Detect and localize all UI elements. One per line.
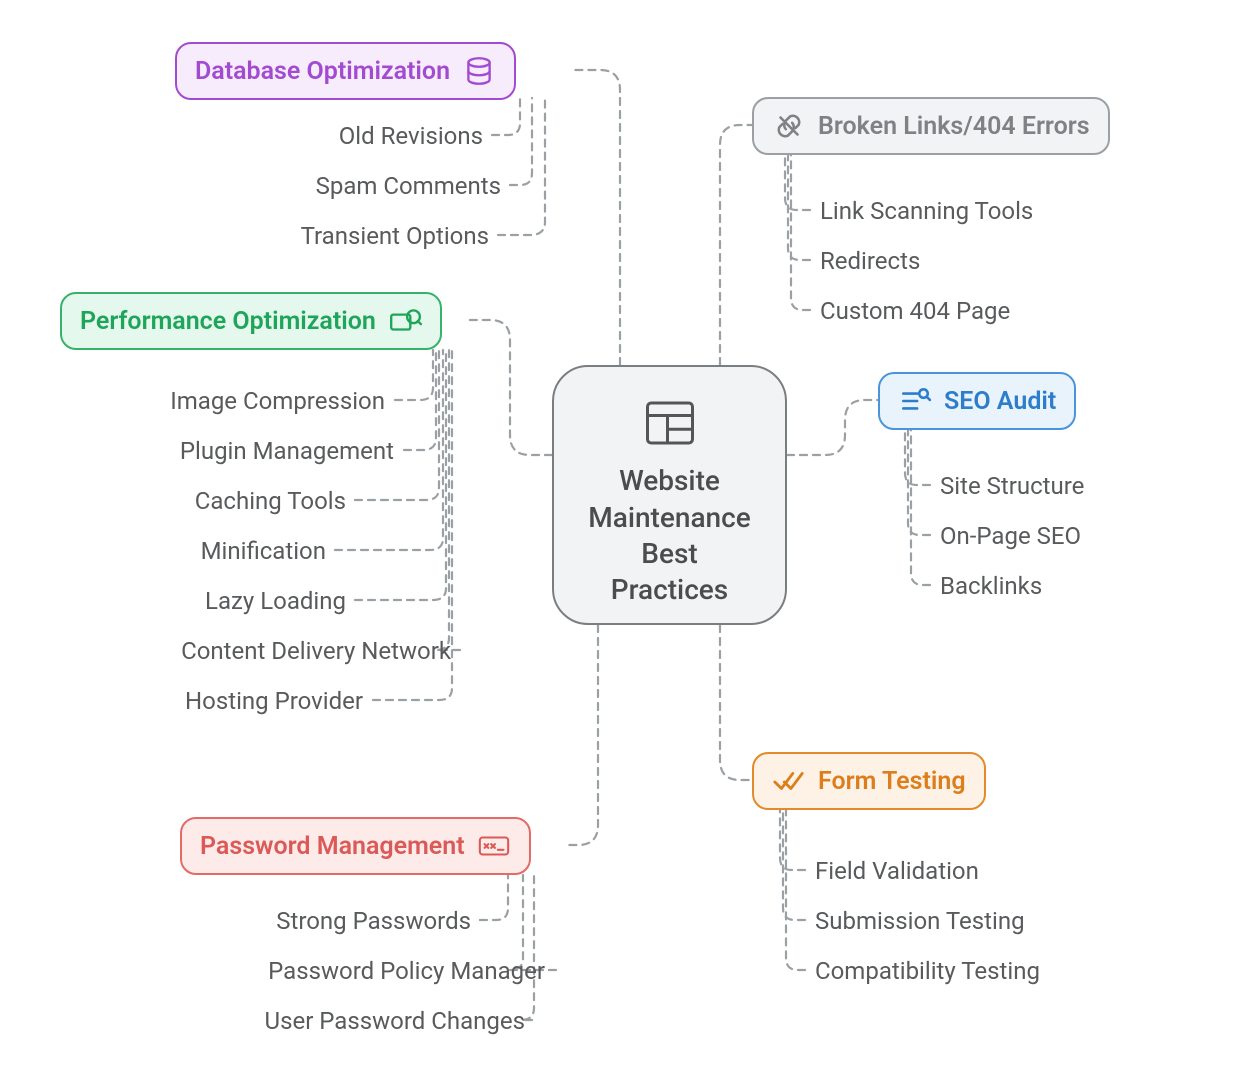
branch-database: Database Optimization <box>175 42 516 100</box>
center-node: WebsiteMaintenanceBestPractices <box>552 365 787 625</box>
leaf-password-2: User Password Changes <box>265 1007 525 1035</box>
leaf-brokenlinks-2: Custom 404 Page <box>820 297 1010 325</box>
layout-icon <box>640 393 700 453</box>
seo-list-icon <box>898 384 932 418</box>
branch-seo-label: SEO Audit <box>944 387 1056 416</box>
leaf-performance-2: Caching Tools <box>195 487 346 515</box>
leaf-password-1: Password Policy Manager <box>268 957 545 985</box>
leaf-performance-1: Plugin Management <box>180 437 394 465</box>
branch-database-label: Database Optimization <box>195 57 450 86</box>
branch-performance-label: Performance Optimization <box>80 307 376 336</box>
leaf-password-0: Strong Passwords <box>276 907 471 935</box>
branch-seo: SEO Audit <box>878 372 1076 430</box>
branch-brokenlinks: Broken Links/404 Errors <box>752 97 1110 155</box>
leaf-form-2: Compatibility Testing <box>815 957 1040 985</box>
performance-icon <box>388 304 422 338</box>
leaf-brokenlinks-1: Redirects <box>820 247 920 275</box>
leaf-seo-2: Backlinks <box>940 572 1042 600</box>
branch-password: Password Management <box>180 817 531 875</box>
leaf-performance-6: Hosting Provider <box>185 687 363 715</box>
leaf-database-0: Old Revisions <box>339 122 483 150</box>
leaf-form-1: Submission Testing <box>815 907 1025 935</box>
leaf-performance-0: Image Compression <box>170 387 385 415</box>
leaf-database-2: Transient Options <box>301 222 489 250</box>
branch-form-label: Form Testing <box>818 767 966 796</box>
leaf-performance-3: Minification <box>201 537 326 565</box>
branch-brokenlinks-label: Broken Links/404 Errors <box>818 112 1090 141</box>
branch-performance: Performance Optimization <box>60 292 442 350</box>
leaf-form-0: Field Validation <box>815 857 979 885</box>
leaf-database-1: Spam Comments <box>316 172 501 200</box>
database-icon <box>462 54 496 88</box>
branch-form: Form Testing <box>752 752 986 810</box>
double-check-icon <box>772 764 806 798</box>
broken-link-icon <box>772 109 806 143</box>
password-icon <box>477 829 511 863</box>
leaf-brokenlinks-0: Link Scanning Tools <box>820 197 1033 225</box>
leaf-performance-5: Content Delivery Network <box>181 637 451 665</box>
leaf-performance-4: Lazy Loading <box>205 587 346 615</box>
leaf-seo-1: On-Page SEO <box>940 522 1081 550</box>
branch-password-label: Password Management <box>200 832 465 861</box>
leaf-seo-0: Site Structure <box>940 472 1084 500</box>
center-label: WebsiteMaintenanceBestPractices <box>588 463 751 609</box>
